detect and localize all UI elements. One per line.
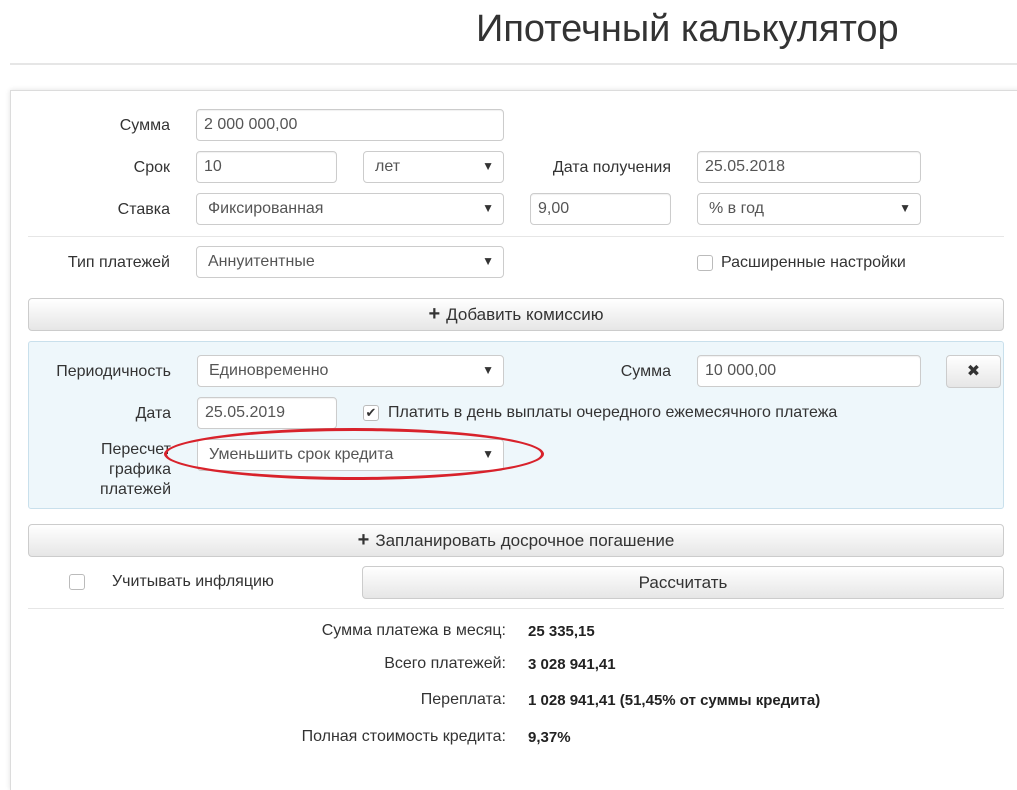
commission-sum-label: Сумма <box>620 363 671 380</box>
rate-type-value: Фиксированная <box>208 200 324 217</box>
recalc-label-line: графика <box>109 461 171 478</box>
divider <box>28 236 1004 237</box>
plus-icon: + <box>428 303 441 325</box>
schedule-early-repayment-button[interactable]: + Запланировать досрочное погашение <box>28 524 1004 557</box>
chevron-down-icon: ▼ <box>482 159 494 173</box>
title-divider <box>10 63 1017 65</box>
term-label: Срок <box>133 159 170 176</box>
overpayment-label: Переплата: <box>420 691 506 708</box>
term-input[interactable]: 10 <box>196 151 337 183</box>
full-cost-label: Полная стоимость кредита: <box>301 728 506 745</box>
periodicity-select[interactable]: Единовременно ▼ <box>197 355 504 387</box>
rate-unit-value: % в год <box>709 200 764 217</box>
date-received-label: Дата получения <box>552 159 671 176</box>
divider <box>28 608 1004 609</box>
sum-input[interactable]: 2 000 000,00 <box>196 109 504 141</box>
chevron-down-icon: ▼ <box>482 201 494 215</box>
commission-sum-input[interactable]: 10 000,00 <box>697 355 921 387</box>
payment-type-label: Тип платежей <box>67 254 170 271</box>
remove-commission-button[interactable]: ✖ <box>946 355 1001 388</box>
total-payments-label: Всего платежей: <box>384 655 506 672</box>
rate-label: Ставка <box>117 201 170 218</box>
monthly-payment-value: 25 335,15 <box>528 623 595 640</box>
periodicity-value: Единовременно <box>209 362 329 379</box>
date-received-input[interactable]: 25.05.2018 <box>697 151 921 183</box>
close-icon: ✖ <box>966 363 981 380</box>
advanced-settings-checkbox[interactable] <box>697 255 713 271</box>
payment-type-select[interactable]: Аннуитентные ▼ <box>196 246 504 278</box>
check-icon: ✔ <box>365 405 377 420</box>
chevron-down-icon: ▼ <box>899 201 911 215</box>
sum-label: Сумма <box>119 117 170 134</box>
add-commission-label: Добавить комиссию <box>446 305 604 324</box>
total-payments-value: 3 028 941,41 <box>528 656 616 673</box>
plus-icon: + <box>357 529 370 551</box>
page-title: Ипотечный калькулятор <box>476 8 899 50</box>
term-unit-value: лет <box>375 158 401 175</box>
full-cost-value: 9,37% <box>528 729 571 746</box>
recalc-label: Пересчет графика платежей <box>60 440 171 500</box>
recalc-label-line: платежей <box>100 481 171 498</box>
payment-type-value: Аннуитентные <box>208 253 315 270</box>
advanced-settings-label: Расширенные настройки <box>721 254 906 271</box>
chevron-down-icon: ▼ <box>482 363 494 377</box>
recalc-label-line: Пересчет <box>100 441 171 458</box>
commission-date-input[interactable]: 25.05.2019 <box>197 397 337 429</box>
inflation-checkbox[interactable] <box>69 574 85 590</box>
rate-unit-select[interactable]: % в год ▼ <box>697 193 921 225</box>
highlight-ellipse <box>164 428 544 480</box>
rate-input[interactable]: 9,00 <box>530 193 671 225</box>
calculate-button[interactable]: Рассчитать <box>362 566 1004 599</box>
calculate-label: Рассчитать <box>638 573 728 592</box>
schedule-early-repayment-label: Запланировать досрочное погашение <box>375 531 675 550</box>
pay-on-payment-day-checkbox[interactable]: ✔ <box>363 405 379 421</box>
term-unit-select[interactable]: лет ▼ <box>363 151 504 183</box>
rate-type-select[interactable]: Фиксированная ▼ <box>196 193 504 225</box>
pay-on-payment-day-label: Платить в день выплаты очередного ежемес… <box>388 404 838 421</box>
chevron-down-icon: ▼ <box>482 254 494 268</box>
commission-date-label: Дата <box>135 405 171 422</box>
add-commission-button[interactable]: + Добавить комиссию <box>28 298 1004 331</box>
overpayment-value: 1 028 941,41 (51,45% от суммы кредита) <box>528 692 821 709</box>
monthly-payment-label: Сумма платежа в месяц: <box>321 622 506 639</box>
inflation-label: Учитывать инфляцию <box>112 573 274 590</box>
periodicity-label: Периодичность <box>56 363 171 380</box>
